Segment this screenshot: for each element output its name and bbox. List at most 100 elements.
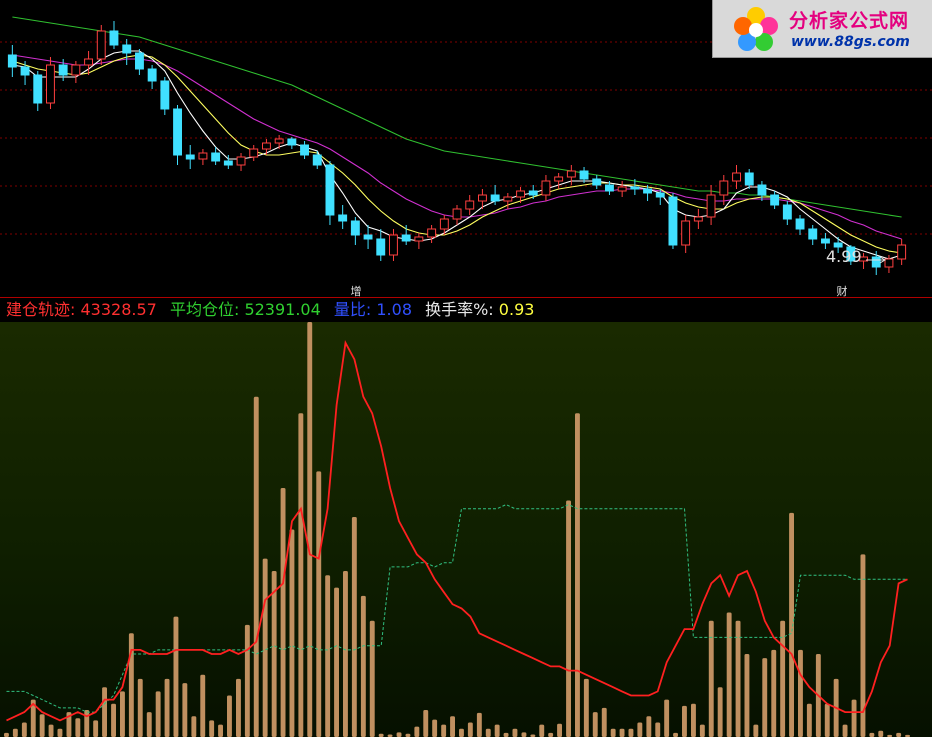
volume-bar-85 [762, 658, 768, 737]
candle-body [452, 208, 462, 220]
volume-bar-63 [566, 500, 571, 737]
candle-43 [554, 173, 564, 189]
volume-bar-2 [21, 722, 27, 737]
volume-bar-73 [655, 722, 661, 737]
candle-57 [732, 165, 741, 189]
volume-bar-29 [262, 558, 268, 737]
volume-bar-68 [610, 728, 616, 737]
candle-body [706, 194, 716, 218]
volume-bar-8 [75, 718, 81, 737]
low-price-label: 4.99 [826, 247, 862, 266]
volume-bar-48 [432, 719, 438, 737]
volume-bar-98 [878, 730, 884, 737]
volume-bar-87 [780, 620, 786, 737]
volume-bar-51 [459, 728, 464, 737]
volume-bar-34 [307, 322, 313, 737]
candle-body [655, 192, 665, 198]
volume-chart [4, 322, 910, 737]
volume-bar-39 [351, 517, 357, 737]
volume-bar-79 [708, 620, 714, 737]
candle-22 [287, 137, 297, 149]
volume-bar-4 [39, 714, 45, 737]
candle-body [605, 184, 614, 192]
candle-13 [173, 105, 183, 165]
turnover-value: 0.93 [498, 300, 535, 319]
volume-bar-32 [289, 529, 295, 737]
volume-bar-86 [771, 649, 777, 737]
candle-31 [401, 225, 411, 245]
volume-bar-54 [485, 728, 491, 737]
candle-body [554, 176, 564, 182]
candle-3 [46, 57, 55, 109]
candle-32 [414, 233, 424, 249]
volume-bar-60 [539, 724, 545, 737]
volume-bar-6 [57, 728, 63, 737]
volume-bar-44 [396, 732, 402, 737]
volume-bar-13 [120, 691, 125, 737]
volume-bar-72 [646, 716, 652, 737]
candle-9 [122, 39, 132, 65]
candle-body [643, 188, 652, 194]
candle-body [770, 194, 780, 206]
candle-body [566, 170, 576, 178]
candle-body [821, 238, 830, 244]
candle-body [135, 52, 144, 70]
flower-logo-icon [734, 7, 778, 51]
candle-24 [312, 151, 322, 169]
candle-body [20, 66, 30, 76]
candle-53 [681, 215, 691, 253]
candle-23 [300, 141, 310, 159]
volume-bar-92 [824, 703, 830, 737]
candle-27 [350, 217, 360, 245]
candle-body [732, 172, 741, 182]
watermark-url: www.88gs.com [791, 34, 910, 50]
candle-body [363, 234, 373, 240]
volume-bar-75 [673, 732, 678, 737]
candle-body [808, 228, 818, 240]
volume-bar-38 [343, 571, 348, 737]
candle-body [198, 152, 208, 160]
volume-bar-50 [450, 716, 455, 737]
volume-bar-19 [173, 616, 179, 737]
candle-41 [528, 185, 538, 199]
candle-body [46, 64, 55, 104]
volume-bar-22 [200, 674, 206, 737]
volume-bar-65 [583, 678, 589, 737]
volume-bar-95 [851, 699, 857, 737]
volume-bar-23 [209, 720, 215, 737]
candle-body [300, 144, 310, 156]
candle-body [528, 190, 538, 196]
volume-bar-41 [369, 620, 375, 737]
volume-bar-1 [12, 728, 18, 737]
volume-bar-12 [111, 703, 116, 737]
stock-chart-window: 4.99 增 财 分析家公式网 www.88gs.com 建仓轨迹: 43328.5… [0, 0, 932, 737]
candle-11 [147, 65, 157, 89]
volume-bar-25 [227, 695, 232, 737]
candle-8 [109, 21, 119, 49]
volume-bar-30 [271, 571, 277, 737]
candle-body [33, 74, 43, 104]
candle-body [287, 138, 297, 146]
candle-body [465, 200, 475, 210]
candle-body [782, 204, 792, 220]
candle-body [579, 170, 589, 180]
candle-10 [135, 49, 144, 75]
volume-bar-10 [93, 720, 99, 737]
event-marker-0: 增 [351, 284, 362, 298]
candle-body [71, 64, 81, 76]
candle-28 [363, 225, 373, 249]
candle-63 [808, 225, 818, 245]
volume-bar-21 [191, 716, 197, 737]
cost-track-value: 43328.57 [80, 300, 157, 319]
candle-14 [185, 145, 195, 169]
candle-body [401, 234, 411, 242]
volume-bar-89 [798, 649, 803, 737]
volume-bar-76 [682, 705, 687, 737]
volume-bar-31 [280, 488, 286, 737]
candle-body [262, 142, 271, 150]
volume-panel[interactable] [0, 322, 932, 737]
candle-body [274, 138, 284, 144]
candle-body [668, 196, 678, 246]
candle-body [160, 80, 170, 110]
volume-bar-17 [155, 691, 161, 737]
